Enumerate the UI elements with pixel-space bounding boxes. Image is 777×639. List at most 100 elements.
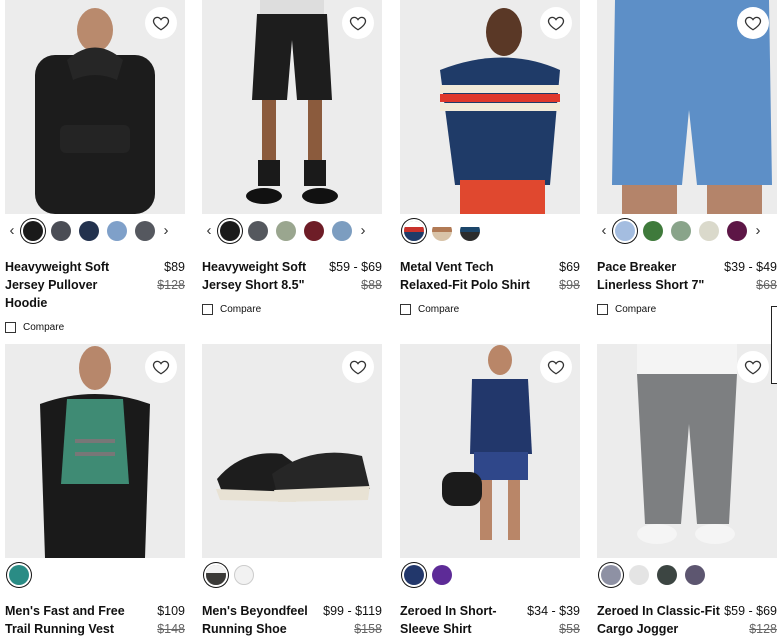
compare-checkbox[interactable]	[597, 304, 608, 315]
swatch[interactable]	[727, 221, 747, 241]
swatch[interactable]	[107, 221, 127, 241]
original-price: $128	[749, 622, 777, 636]
swatch[interactable]	[699, 221, 719, 241]
compare-checkbox[interactable]	[5, 322, 16, 333]
heart-icon	[349, 360, 367, 375]
wishlist-button[interactable]	[737, 7, 769, 39]
product-image[interactable]	[597, 344, 777, 558]
product-name[interactable]: Metal Vent Tech Relaxed-Fit Polo Shirt	[400, 258, 530, 294]
product-name[interactable]: Heavyweight Soft Jersey Pullover Hoodie	[5, 258, 135, 312]
product-image[interactable]	[202, 344, 382, 558]
color-swatches	[202, 560, 382, 590]
wishlist-button[interactable]	[145, 7, 177, 39]
side-scroll-tab[interactable]	[771, 306, 777, 384]
product-card-polo[interactable]: Metal Vent Tech Relaxed-Fit Polo Shirt $…	[400, 0, 580, 315]
product-price: $39 - $49	[724, 260, 777, 274]
product-price: $109	[157, 604, 185, 618]
compare-toggle[interactable]: Compare	[5, 322, 185, 333]
heart-icon	[547, 360, 565, 375]
compare-label: Compare	[23, 322, 65, 333]
swatch[interactable]	[206, 565, 226, 585]
heart-icon	[152, 16, 170, 31]
swatch[interactable]	[79, 221, 99, 241]
product-name[interactable]: Heavyweight Soft Jersey Short 8.5"	[202, 258, 329, 294]
product-price: $69	[559, 260, 580, 274]
swatch[interactable]	[404, 565, 424, 585]
swatch-next-icon[interactable]: ›	[356, 216, 370, 246]
original-price: $68	[756, 278, 777, 292]
product-name[interactable]: Zeroed In Classic-Fit Cargo Jogger	[597, 602, 724, 638]
swatch[interactable]	[685, 565, 705, 585]
swatch[interactable]	[460, 221, 480, 241]
product-price: $59 - $69	[724, 604, 777, 618]
product-image[interactable]	[597, 0, 777, 214]
color-swatches: ‹ ›	[202, 216, 382, 246]
product-card-short[interactable]: ‹ › Heavyweight Soft Jersey Short 8.5" $…	[202, 0, 382, 315]
product-name[interactable]: Men's Beyondfeel Running Shoe	[202, 602, 323, 638]
heart-icon	[152, 360, 170, 375]
swatch-next-icon[interactable]: ›	[751, 216, 765, 246]
swatch-prev-icon[interactable]: ‹	[5, 216, 19, 246]
product-image[interactable]	[5, 344, 185, 558]
swatch[interactable]	[248, 221, 268, 241]
color-swatches	[400, 560, 580, 590]
product-name[interactable]: Pace Breaker Linerless Short 7"	[597, 258, 724, 294]
compare-toggle[interactable]: Compare	[400, 304, 580, 315]
original-price: $148	[157, 622, 185, 636]
product-image[interactable]	[5, 0, 185, 214]
product-card-hoodie[interactable]: ‹ › Heavyweight Soft Jersey Pullover Hoo…	[5, 0, 185, 333]
product-name[interactable]: Zeroed In Short-Sleeve Shirt	[400, 602, 527, 638]
product-image[interactable]	[400, 0, 580, 214]
product-price: $89	[164, 260, 185, 274]
swatch[interactable]	[629, 565, 649, 585]
product-card-zeroed-in-shirt[interactable]: Zeroed In Short-Sleeve Shirt $34 - $39 $…	[400, 344, 580, 638]
swatch[interactable]	[51, 221, 71, 241]
color-swatches	[400, 216, 580, 246]
product-card-pace-breaker[interactable]: ‹ › Pace Breaker Linerless Short 7" $39 …	[597, 0, 777, 315]
wishlist-button[interactable]	[540, 7, 572, 39]
swatch[interactable]	[9, 565, 29, 585]
wishlist-button[interactable]	[342, 7, 374, 39]
color-swatches: ‹ ›	[597, 216, 777, 246]
product-name[interactable]: Men's Fast and Free Trail Running Vest	[5, 602, 135, 638]
product-image[interactable]	[202, 0, 382, 214]
swatch[interactable]	[615, 221, 635, 241]
swatch[interactable]	[432, 221, 452, 241]
swatch-prev-icon[interactable]: ‹	[597, 216, 611, 246]
swatch[interactable]	[404, 221, 424, 241]
swatch[interactable]	[220, 221, 240, 241]
wishlist-button[interactable]	[737, 351, 769, 383]
swatch[interactable]	[671, 221, 691, 241]
original-price: $98	[559, 278, 580, 292]
color-swatches	[5, 560, 185, 590]
product-card-running-shoe[interactable]: Men's Beyondfeel Running Shoe $99 - $119…	[202, 344, 382, 638]
compare-checkbox[interactable]	[202, 304, 213, 315]
swatch[interactable]	[601, 565, 621, 585]
swatch-prev-icon[interactable]: ‹	[202, 216, 216, 246]
heart-icon	[547, 16, 565, 31]
wishlist-button[interactable]	[145, 351, 177, 383]
swatch[interactable]	[135, 221, 155, 241]
product-price: $34 - $39	[527, 604, 580, 618]
swatch[interactable]	[23, 221, 43, 241]
original-price: $58	[559, 622, 580, 636]
swatch[interactable]	[432, 565, 452, 585]
original-price: $158	[354, 622, 382, 636]
swatch[interactable]	[643, 221, 663, 241]
compare-toggle[interactable]: Compare	[597, 304, 777, 315]
compare-toggle[interactable]: Compare	[202, 304, 382, 315]
swatch[interactable]	[276, 221, 296, 241]
wishlist-button[interactable]	[540, 351, 572, 383]
original-price: $128	[157, 278, 185, 292]
swatch-next-icon[interactable]: ›	[159, 216, 173, 246]
swatch[interactable]	[304, 221, 324, 241]
product-card-cargo-jogger[interactable]: Zeroed In Classic-Fit Cargo Jogger $59 -…	[597, 344, 777, 638]
wishlist-button[interactable]	[342, 351, 374, 383]
swatch[interactable]	[234, 565, 254, 585]
color-swatches: ‹ ›	[5, 216, 185, 246]
swatch[interactable]	[332, 221, 352, 241]
product-card-trail-vest[interactable]: Men's Fast and Free Trail Running Vest $…	[5, 344, 185, 638]
swatch[interactable]	[657, 565, 677, 585]
compare-checkbox[interactable]	[400, 304, 411, 315]
product-image[interactable]	[400, 344, 580, 558]
